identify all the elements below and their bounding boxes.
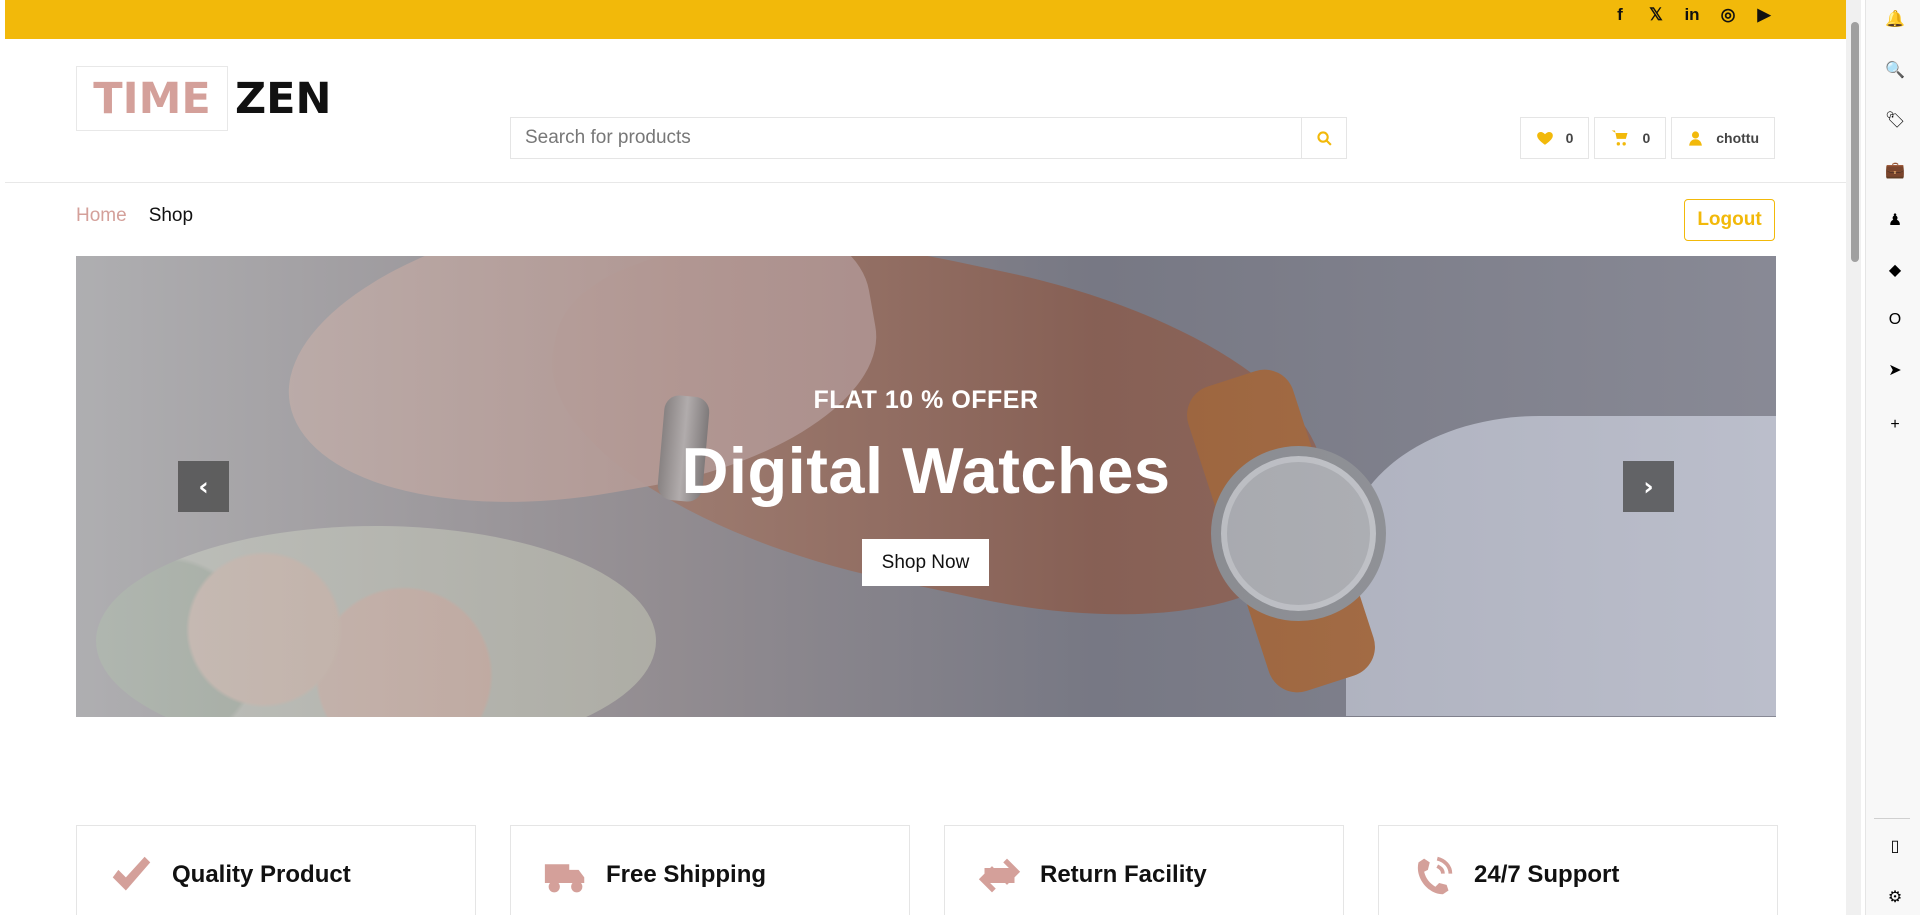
feature-card: Quality Product [76, 825, 476, 915]
linkedin-icon[interactable]: in [1682, 5, 1702, 25]
check-icon [112, 856, 151, 890]
feature-label: Quality Product [172, 861, 351, 888]
tag-icon[interactable]: 🏷 [1884, 109, 1906, 131]
nav-shop[interactable]: Shop [149, 205, 193, 227]
chess-icon[interactable]: ♟ [1884, 209, 1906, 231]
header-actions: 0 0 chottu [1519, 117, 1775, 159]
social-links: f 𝕏 in ◎ ▶ [1610, 5, 1774, 25]
cart-count: 0 [1642, 130, 1651, 146]
cart-button[interactable]: 0 [1594, 117, 1667, 159]
user-button[interactable]: chottu [1671, 117, 1775, 159]
features-row: Quality Product Free Shipping Return Fac… [76, 825, 1778, 915]
page-scrollbar[interactable] [1846, 0, 1861, 915]
search-icon [1316, 130, 1332, 146]
search-icon[interactable]: 🔍 [1884, 59, 1906, 81]
logo-zen: ZEN [235, 73, 332, 124]
feature-label: Return Facility [1040, 861, 1207, 888]
site-logo[interactable]: TIME ZEN [76, 66, 332, 131]
twitter-icon[interactable]: 𝕏 [1646, 5, 1666, 25]
sidebar-toggle-icon[interactable]: ▯ [1884, 835, 1906, 857]
hero-carousel: FLAT 10 % OFFER Digital Watches Shop Now… [76, 256, 1776, 717]
carousel-next-button[interactable]: › [1623, 461, 1674, 512]
settings-icon[interactable]: ⚙ [1884, 886, 1906, 908]
bell-icon[interactable]: 🔔 [1884, 8, 1906, 30]
search-bar [510, 117, 1347, 159]
outlook-icon[interactable]: O [1884, 309, 1906, 331]
wishlist-count: 0 [1565, 130, 1574, 146]
shop-now-button[interactable]: Shop Now [862, 539, 989, 586]
feature-card: Free Shipping [510, 825, 910, 915]
feature-label: Free Shipping [606, 861, 767, 888]
scrollbar-thumb[interactable] [1851, 22, 1859, 262]
truck-icon [544, 863, 585, 892]
wishlist-button[interactable]: 0 [1519, 117, 1590, 159]
hero-offer: FLAT 10 % OFFER [813, 386, 1039, 414]
chevron-left-icon: ‹ [198, 472, 209, 501]
feature-card: 24/7 Support [1378, 825, 1778, 915]
search-input[interactable] [511, 118, 1301, 158]
facebook-icon[interactable]: f [1610, 5, 1630, 25]
feature-label: 24/7 Support [1474, 861, 1620, 888]
user-name: chottu [1716, 130, 1759, 146]
browser-sidebar: 🔔 🔍 🏷 💼 ♟ ◆ O ➤ + ▯ ⚙ [1865, 0, 1920, 915]
cart-icon [1612, 130, 1628, 146]
plus-icon[interactable]: + [1884, 414, 1906, 436]
carousel-prev-button[interactable]: ‹ [178, 461, 229, 512]
feature-card: Return Facility [944, 825, 1344, 915]
user-icon [1689, 130, 1703, 146]
briefcase-icon[interactable]: 💼 [1884, 159, 1906, 181]
instagram-icon[interactable]: ◎ [1718, 5, 1738, 25]
nav-home[interactable]: Home [76, 205, 127, 227]
logout-button[interactable]: Logout [1684, 199, 1775, 241]
phone-icon [1417, 856, 1453, 894]
top-bar: f 𝕏 in ◎ ▶ [5, 0, 1846, 39]
search-button[interactable] [1301, 118, 1346, 158]
youtube-icon[interactable]: ▶ [1754, 5, 1774, 25]
copilot-icon[interactable]: ◆ [1884, 259, 1906, 281]
exchange-icon [978, 858, 1021, 892]
send-icon[interactable]: ➤ [1884, 359, 1906, 381]
main-nav: Home Shop [76, 205, 193, 227]
web-page: f 𝕏 in ◎ ▶ TIME ZEN 0 0 chottu Home [5, 0, 1846, 915]
hero-title: Digital Watches [681, 434, 1171, 507]
logo-time: TIME [76, 66, 228, 131]
chevron-right-icon: › [1643, 472, 1654, 501]
heart-icon [1536, 132, 1553, 145]
sidebar-divider [1874, 818, 1910, 819]
